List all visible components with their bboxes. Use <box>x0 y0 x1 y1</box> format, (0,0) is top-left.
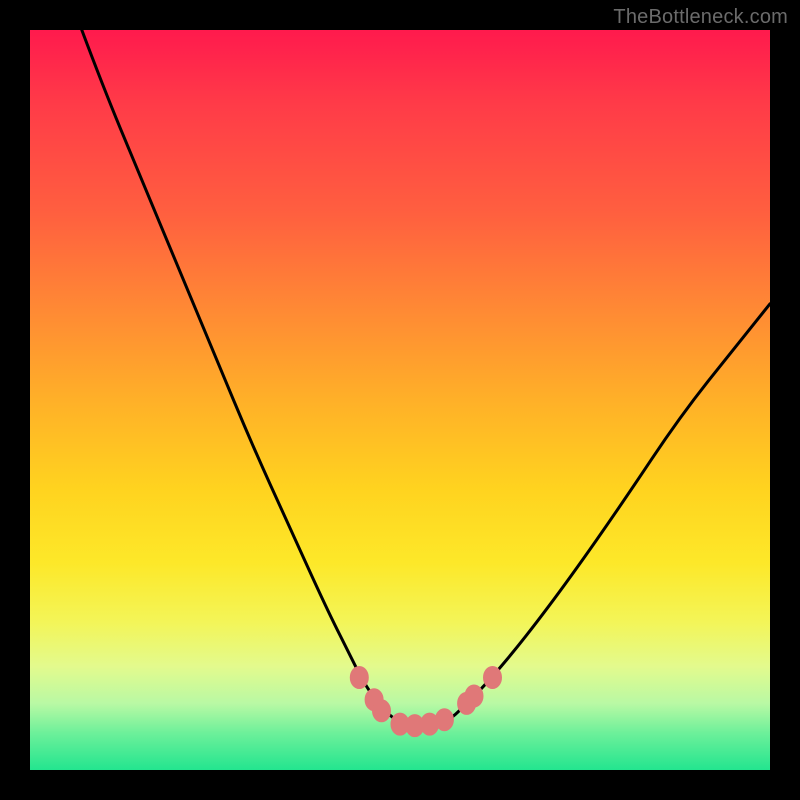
marker-dot <box>350 667 368 689</box>
marker-dot <box>484 667 502 689</box>
bottleneck-curve <box>82 30 770 726</box>
marker-dot <box>435 709 453 731</box>
markers-group <box>350 667 501 737</box>
chart-frame: TheBottleneck.com <box>0 0 800 800</box>
curve-svg <box>30 30 770 770</box>
watermark-label: TheBottleneck.com <box>613 6 788 29</box>
marker-dot <box>373 700 391 722</box>
marker-dot <box>465 685 483 707</box>
plot-area <box>30 30 770 770</box>
